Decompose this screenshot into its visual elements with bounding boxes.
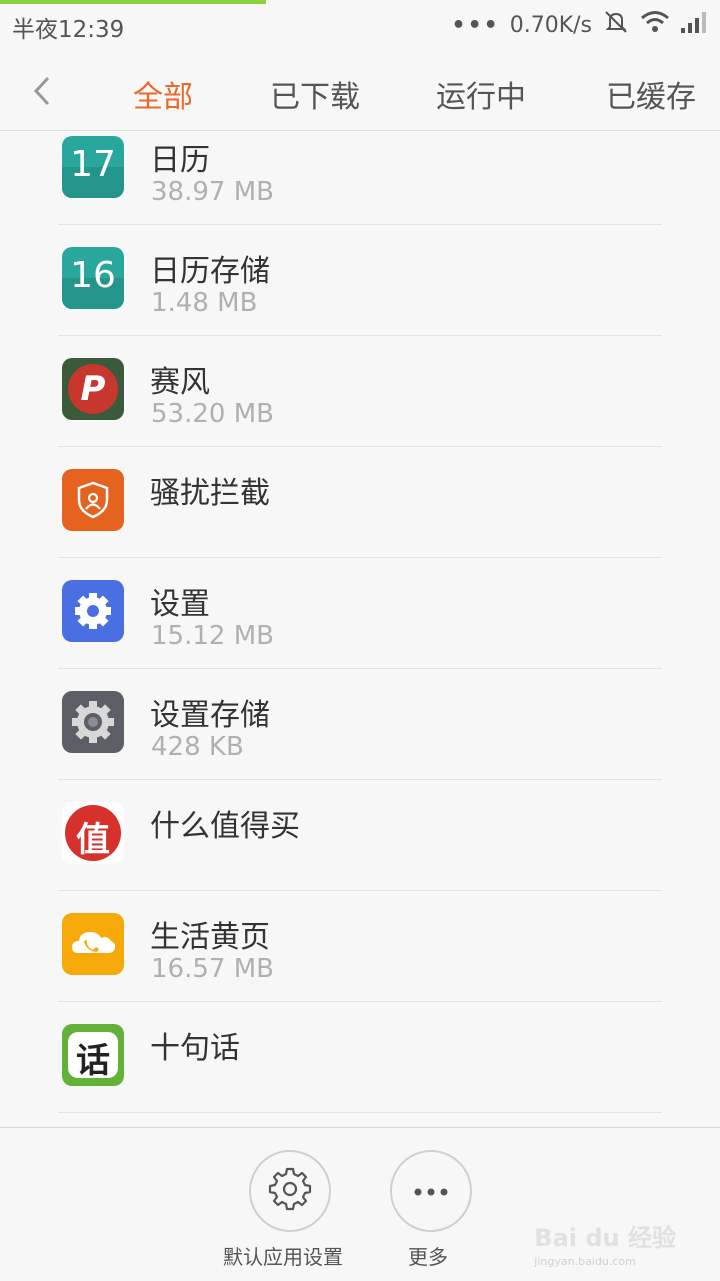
wifi-icon — [640, 9, 670, 41]
app-size: 16.57 MB — [151, 954, 274, 984]
calendar-17-icon: 17 — [62, 136, 124, 198]
list-item-smzdm[interactable]: 值 什么值得买 — [58, 780, 662, 891]
gear-icon — [268, 1167, 312, 1215]
list-item-shijuhua[interactable]: 话 十句话 — [58, 1002, 662, 1113]
app-size: 15.12 MB — [151, 621, 274, 651]
list-item-settings-storage[interactable]: 设置存储 428 KB — [58, 669, 662, 780]
status-icons: ••• 0.70K/s — [452, 10, 708, 40]
calendar-16-icon: 16 — [62, 247, 124, 309]
app-name: 什么值得买 — [150, 809, 300, 844]
tab-downloaded[interactable]: 已下载 — [270, 72, 360, 116]
tab-all[interactable]: 全部 — [133, 72, 193, 116]
settings-storage-gear-icon — [62, 691, 124, 753]
app-name: 日历 — [150, 143, 210, 178]
app-size: 1.48 MB — [151, 288, 258, 318]
shield-icon — [62, 469, 124, 531]
app-size: 428 KB — [151, 732, 244, 762]
app-size: 53.20 MB — [151, 399, 274, 429]
back-icon[interactable] — [28, 74, 58, 108]
tab-bar: 全部 已下载 运行中 已缓存 — [0, 52, 720, 131]
list-item-harassment-block[interactable]: 骚扰拦截 — [58, 447, 662, 558]
app-name: 生活黄页 — [150, 920, 270, 955]
silent-mode-icon — [602, 8, 630, 42]
app-size: 38.97 MB — [151, 177, 274, 207]
app-name: 骚扰拦截 — [150, 476, 270, 511]
app-name: 赛风 — [150, 365, 210, 400]
signal-icon — [680, 10, 708, 40]
list-item-yellow-pages[interactable]: 生活黄页 16.57 MB — [58, 891, 662, 1002]
status-time: 半夜12:39 — [12, 17, 125, 43]
settings-gear-icon — [62, 580, 124, 642]
more-button[interactable] — [390, 1150, 472, 1232]
smzdm-icon: 值 — [62, 802, 124, 864]
tab-running[interactable]: 运行中 — [436, 72, 526, 116]
more-label: 更多 — [408, 1245, 448, 1269]
app-list: 17 日历 38.97 MB 16 日历存储 1.48 MB P 赛风 53.2… — [0, 131, 720, 1126]
list-item-calendar[interactable]: 17 日历 38.97 MB — [58, 131, 662, 225]
list-item-calendar-storage[interactable]: 16 日历存储 1.48 MB — [58, 225, 662, 336]
network-speed: 0.70K/s — [509, 12, 592, 38]
app-name: 设置 — [150, 587, 210, 622]
more-dots-icon — [413, 1182, 449, 1201]
notification-dots: ••• — [451, 12, 500, 38]
app-name: 日历存储 — [150, 254, 270, 289]
app-name: 十句话 — [150, 1031, 240, 1066]
list-item-psiphon[interactable]: P 赛风 53.20 MB — [58, 336, 662, 447]
baidu-jingyan-watermark: Bai du 经验 jingyan.baidu.com — [534, 1224, 676, 1268]
shijuhua-icon: 话 — [62, 1024, 124, 1086]
default-apps-settings-label: 默认应用设置 — [223, 1245, 343, 1269]
list-item-settings[interactable]: 设置 15.12 MB — [58, 558, 662, 669]
yellow-pages-icon — [62, 913, 124, 975]
app-name: 设置存储 — [150, 698, 270, 733]
psiphon-icon: P — [62, 358, 124, 420]
default-apps-settings-button[interactable] — [249, 1150, 331, 1232]
tab-cached[interactable]: 已缓存 — [606, 72, 696, 116]
status-bar: 半夜12:39 ••• 0.70K/s — [0, 0, 720, 50]
